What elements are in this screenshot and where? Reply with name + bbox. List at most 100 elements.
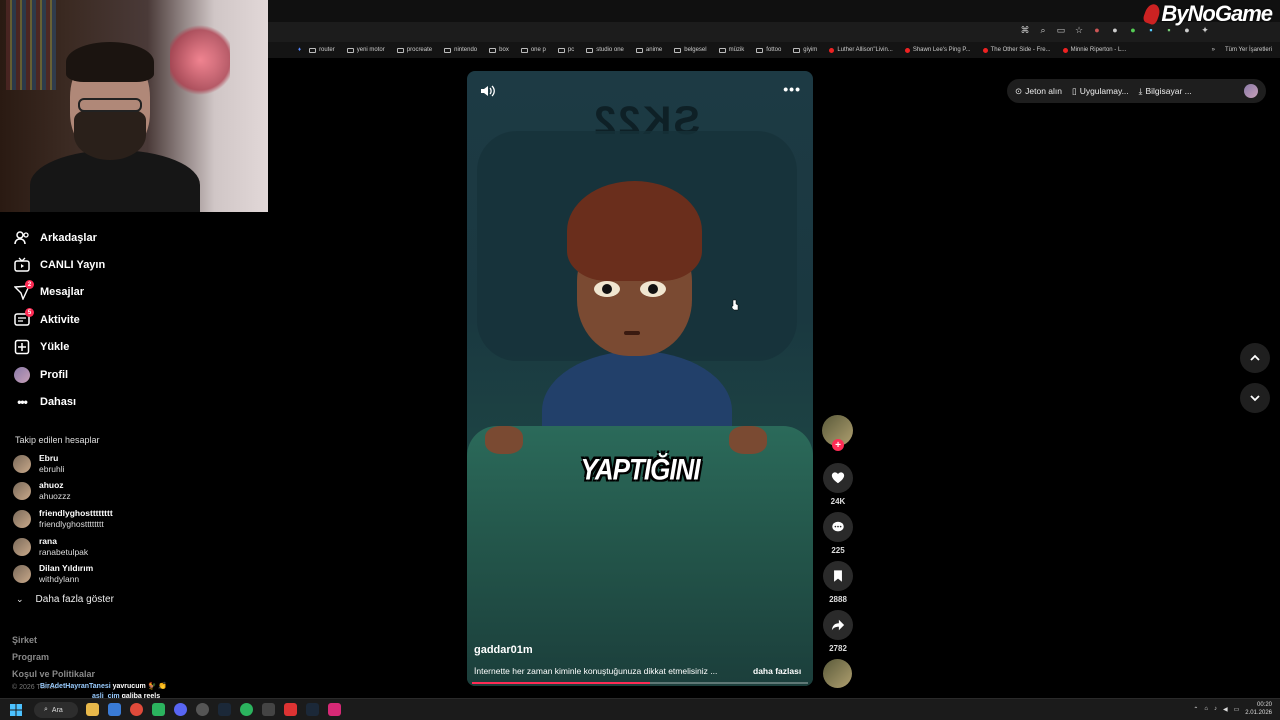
- like-count: 24K: [830, 497, 846, 506]
- bookmark-item[interactable]: Luther Allison"Livin...: [829, 47, 893, 53]
- sidebar-item-more[interactable]: ••• Dahası: [14, 394, 76, 410]
- bookmark-item[interactable]: giyim: [793, 47, 817, 53]
- comment-button[interactable]: [823, 512, 853, 542]
- sidebar-item-live[interactable]: CANLI Yayın: [14, 257, 105, 273]
- video-author[interactable]: gaddar01m: [474, 644, 533, 656]
- bookmark-item[interactable]: router: [309, 47, 335, 53]
- desktop-app-button[interactable]: ⤓ Bilgisayar ...: [1139, 86, 1192, 97]
- extension-icon[interactable]: ●: [1092, 25, 1102, 35]
- bookmarks-more-button[interactable]: »: [1212, 47, 1215, 53]
- folder-icon: [444, 47, 452, 53]
- follow-plus-icon[interactable]: +: [832, 439, 844, 451]
- more-options-icon[interactable]: •••: [783, 81, 801, 97]
- clock-time: 00:20: [1256, 702, 1272, 708]
- account-handle: friendlyghostttttttt: [39, 519, 104, 529]
- heart-icon: [831, 472, 845, 484]
- bookmark-item[interactable]: pc: [557, 47, 574, 53]
- following-account[interactable]: Dilan Yıldırım withdylann: [13, 563, 93, 585]
- clock-date: 2.01.2026: [1245, 710, 1272, 716]
- streamer-hair: [66, 42, 154, 82]
- steam-icon[interactable]: [306, 703, 319, 716]
- see-more-link[interactable]: daha fazlası: [753, 666, 801, 676]
- footer-link-company[interactable]: Şirket: [12, 635, 37, 645]
- avatar: [13, 455, 31, 473]
- footer-link-program[interactable]: Program: [12, 652, 49, 662]
- next-video-button[interactable]: [1240, 383, 1270, 413]
- flame-icon: [1142, 2, 1163, 26]
- all-bookmarks-link[interactable]: Tüm Yer İşaretleri: [1225, 47, 1272, 53]
- sidebar-item-friends[interactable]: Arkadaşlar: [14, 230, 97, 246]
- taskbar-search[interactable]: ⌕ Ara: [34, 702, 78, 718]
- taskbar-app-icon[interactable]: [196, 703, 209, 716]
- discord-icon[interactable]: [174, 703, 187, 716]
- user-avatar[interactable]: [1244, 84, 1258, 98]
- volume-icon[interactable]: [479, 83, 495, 99]
- taskbar-app-icon[interactable]: [152, 703, 165, 716]
- bookmark-item[interactable]: fottoo: [756, 47, 781, 53]
- star-icon[interactable]: ☆: [1074, 25, 1084, 35]
- hand-cursor-icon: [731, 298, 739, 311]
- network-icon[interactable]: ⌂: [1204, 706, 1208, 712]
- zoom-icon[interactable]: ⌕: [1038, 25, 1048, 35]
- bookmark-item[interactable]: nintendo: [444, 47, 477, 53]
- taskbar-app-icon[interactable]: [108, 703, 121, 716]
- sidebar-item-label: Yükle: [40, 341, 70, 353]
- translate-icon[interactable]: ⌘: [1020, 25, 1030, 35]
- windows-start-icon[interactable]: [10, 704, 22, 716]
- character-hand: [729, 426, 767, 454]
- instagram-icon[interactable]: [328, 703, 341, 716]
- character-eye: [594, 281, 620, 297]
- network-icon[interactable]: ▭: [1234, 706, 1240, 713]
- share-button[interactable]: [823, 610, 853, 640]
- chrome-icon[interactable]: [130, 703, 143, 716]
- bookmark-item[interactable]: studio one: [586, 47, 624, 53]
- chevron-up-icon[interactable]: ⌃: [1193, 706, 1198, 713]
- sound-disc-avatar[interactable]: [823, 659, 852, 688]
- bookmark-label: nintendo: [454, 47, 478, 53]
- bookmark-item[interactable]: box: [489, 47, 509, 53]
- taskbar-app-icon[interactable]: [284, 703, 297, 716]
- avatar: [13, 482, 31, 500]
- following-account[interactable]: friendlyghostttttttt friendlyghosttttttt…: [13, 508, 113, 530]
- sidebar-item-activity[interactable]: 5 Aktivite: [14, 308, 80, 328]
- bookmark-item[interactable]: anime: [635, 47, 662, 53]
- previous-video-button[interactable]: [1240, 343, 1270, 373]
- bookmark-item[interactable]: The Other Side - Fre...: [982, 47, 1051, 53]
- get-coins-button[interactable]: ⊙ Jeton alın: [1015, 86, 1062, 97]
- extension-icon[interactable]: ●: [1128, 25, 1138, 35]
- sidebar-item-upload[interactable]: Yükle: [14, 339, 69, 355]
- like-button[interactable]: [823, 463, 853, 493]
- show-more-button[interactable]: ⌄ Daha fazla göster: [16, 594, 114, 605]
- microphone-icon[interactable]: ♪: [1214, 706, 1217, 712]
- bookmark-item[interactable]: yeni motor: [346, 47, 385, 53]
- steam-icon[interactable]: [218, 703, 231, 716]
- youtube-icon: [829, 47, 835, 53]
- volume-icon[interactable]: ◀: [1223, 706, 1228, 713]
- whatsapp-icon[interactable]: [240, 703, 253, 716]
- sidebar-item-profile[interactable]: Profil: [14, 367, 68, 383]
- chevron-up-icon: [1250, 354, 1260, 361]
- video-progress-bar[interactable]: [472, 682, 808, 684]
- save-button[interactable]: [823, 561, 853, 591]
- extension-icon[interactable]: ●: [1110, 25, 1120, 35]
- file-explorer-icon[interactable]: [86, 703, 99, 716]
- footer-link-terms[interactable]: Koşul ve Politikalar: [12, 669, 95, 679]
- sidebar-item-messages[interactable]: 2 Mesajlar: [14, 280, 84, 300]
- following-account[interactable]: rana ranabetulpak: [13, 536, 88, 558]
- bookmark-item[interactable]: one p: [520, 47, 546, 53]
- video-player[interactable]: SK22 YAPTIĞINI ••• gaddar01m İnternette …: [467, 71, 813, 686]
- bookmark-item[interactable]: Shawn Lee's Ping P...: [904, 47, 971, 53]
- following-account[interactable]: ahuoz ahuozzz: [13, 480, 71, 502]
- cast-icon[interactable]: ▭: [1056, 25, 1066, 35]
- clock[interactable]: 00:20 2.01.2026: [1245, 701, 1272, 717]
- taskbar-app-icon[interactable]: [262, 703, 275, 716]
- folder-icon: [674, 47, 682, 53]
- get-app-button[interactable]: ▯ Uygulamay...: [1072, 86, 1129, 97]
- bookmark-item[interactable]: müzik: [718, 47, 744, 53]
- account-name: friendlyghostttttttt: [39, 508, 113, 518]
- bookmark-star-icon[interactable]: ♦: [298, 47, 301, 53]
- bookmark-item[interactable]: Minnie Riperton - L...: [1062, 47, 1126, 53]
- bookmark-item[interactable]: belgesel: [674, 47, 707, 53]
- following-account[interactable]: Ebru ebruhli: [13, 453, 65, 475]
- bookmark-item[interactable]: procreate: [396, 47, 432, 53]
